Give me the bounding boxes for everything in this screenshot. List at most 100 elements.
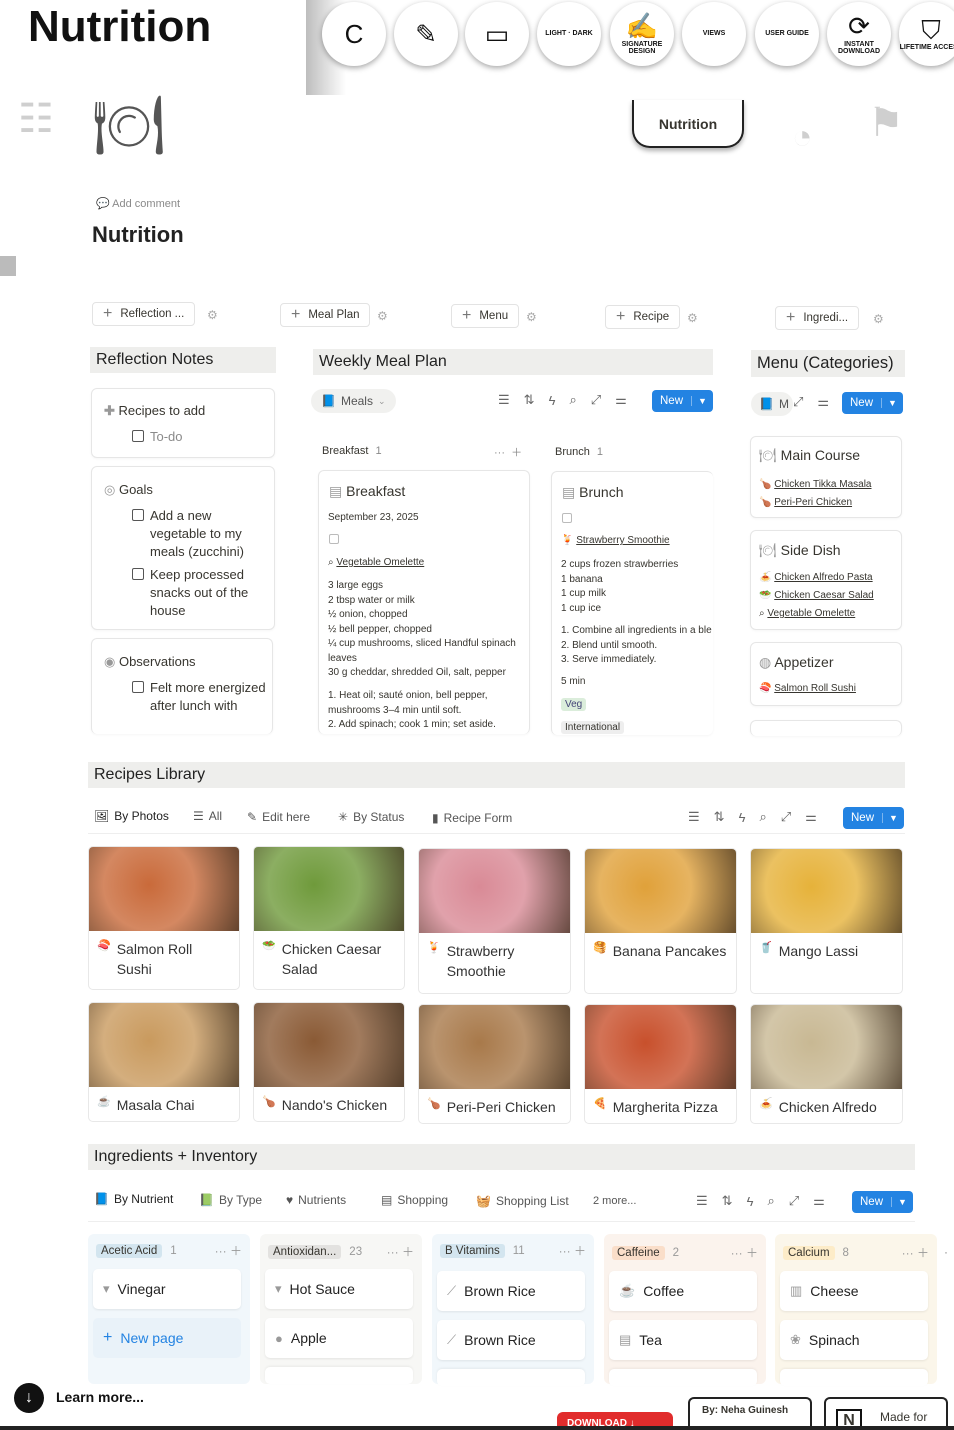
expand-icon[interactable]: ⤢ (789, 1193, 799, 1209)
gear-icon[interactable]: ⚙ (526, 310, 537, 324)
ingredients-new-button[interactable]: New ▼ (852, 1191, 913, 1213)
ingredient-card[interactable] (265, 1367, 413, 1384)
todo-checkbox[interactable] (132, 430, 144, 442)
devices-circle[interactable]: ▭ (465, 2, 529, 66)
ingredient-card[interactable]: ❀ Spinach (780, 1320, 928, 1360)
goals-card[interactable]: ◎ Goals Add a new vegetable to my meals … (91, 466, 275, 630)
tab-shopping-list[interactable]: 🧺 Shopping List (476, 1194, 569, 1208)
chevron-down-icon[interactable]: ▼ (882, 813, 904, 823)
goal-checkbox[interactable] (132, 568, 144, 580)
chevron-down-icon[interactable]: ▼ (891, 1197, 913, 1207)
ingredient-card[interactable]: ▾ Vinegar (93, 1269, 241, 1309)
search-icon[interactable]: ⌕ (767, 1193, 774, 1209)
recipes-to-add-card[interactable]: ✚ Recipes to add To-do (91, 388, 275, 458)
user-guide-circle[interactable]: USER GUIDE (755, 2, 819, 66)
menu-item[interactable]: 🍗 Chicken Tikka Masala (759, 476, 872, 494)
logo-circle[interactable]: C (322, 2, 386, 66)
ingredient-card[interactable]: ▥ Cheese (780, 1271, 928, 1311)
tab-by-nutrient[interactable]: 📘 By Nutrient (94, 1192, 173, 1206)
brunch-card[interactable]: ▤ Brunch 🍹 Strawberry Smoothie 2 cups fr… (551, 471, 713, 735)
ingredient-card[interactable]: ● Apple (265, 1318, 413, 1358)
tab-shopping[interactable]: ▤ Shopping (381, 1193, 448, 1207)
new-ingredient-button[interactable]: + Ingredi... (775, 306, 860, 330)
tab-by-type[interactable]: 📗 By Type (199, 1193, 262, 1207)
menu-item[interactable]: 🍗 Peri-Peri Chicken (759, 494, 872, 512)
search-icon[interactable]: ⌕ (569, 392, 576, 408)
sort-icon[interactable]: ⇅ (524, 392, 535, 408)
views-circle[interactable]: VIEWS (682, 2, 746, 66)
observation-checkbox[interactable] (132, 681, 144, 693)
tab-by-photos[interactable]: 🖼 By Photos (94, 809, 169, 823)
column-more-icon[interactable]: ··· ＋ (559, 1242, 590, 1259)
new-page-button[interactable]: + New page (93, 1318, 241, 1358)
settings-icon[interactable]: ⚌ (615, 392, 627, 408)
breakfast-card[interactable]: ▤ Breakfast September 23, 2025 ⌕ Vegetab… (318, 470, 530, 734)
new-recipe-button[interactable]: + Recipe (605, 305, 681, 329)
settings-icon[interactable]: ⚌ (813, 1193, 825, 1209)
recipe-card[interactable]: ☕ Masala Chai (88, 1002, 240, 1122)
icon-circle[interactable]: ✎ (394, 2, 458, 66)
meal-checkbox[interactable] (562, 513, 572, 523)
ingredient-card[interactable] (780, 1369, 928, 1386)
recipe-link[interactable]: Vegetable Omelette (336, 557, 424, 568)
more-icon[interactable]: · (944, 1245, 948, 1259)
gear-icon[interactable]: ⚙ (207, 308, 218, 322)
tab-all[interactable]: ☰ All (193, 809, 222, 823)
chevron-down-icon[interactable]: ▼ (881, 398, 903, 408)
download-arrow-icon[interactable]: ↓ (14, 1383, 44, 1413)
meal-plan-new-button[interactable]: New ▼ (652, 390, 713, 412)
new-menu-button[interactable]: + Menu (451, 304, 520, 328)
goal-checkbox[interactable] (132, 509, 144, 521)
recipe-card[interactable]: 🍣 Salmon Roll Sushi (88, 846, 240, 990)
automation-icon[interactable]: ϟ (549, 393, 556, 408)
tab-nutrients[interactable]: ♥ Nutrients (286, 1193, 346, 1207)
column-more-icon[interactable]: ··· ＋ (731, 1244, 762, 1261)
recipe-card[interactable]: 🥞 Banana Pancakes (584, 848, 737, 994)
nutrition-tab-note[interactable]: Nutrition (632, 100, 744, 148)
automation-icon[interactable]: ϟ (747, 1194, 754, 1209)
menu-group-card[interactable]: 🍽 Main Course 🍗 Chicken Tikka Masala 🍗 P… (750, 436, 902, 518)
recipe-link[interactable]: Strawberry Smoothie (576, 535, 669, 546)
column-more-icon[interactable]: ··· ＋ (215, 1242, 246, 1259)
observations-card[interactable]: ◉ Observations Felt more energized after… (91, 638, 273, 734)
learn-more-link[interactable]: Learn more... (56, 1389, 144, 1405)
ingredient-card[interactable]: ▤ Tea (609, 1320, 757, 1360)
menu-item[interactable]: 🥗 Chicken Caesar Salad (759, 587, 874, 605)
more-views-button[interactable]: 2 more... (593, 1195, 636, 1207)
meal-checkbox[interactable] (329, 534, 339, 544)
ingredient-card[interactable]: ⟋ Brown Rice (437, 1271, 585, 1311)
menu-group-card[interactable] (750, 720, 902, 736)
meals-view-tab[interactable]: 📘 Meals ⌄ (311, 389, 396, 413)
menu-item[interactable]: 🍣 Salmon Roll Sushi (759, 683, 856, 694)
settings-icon[interactable]: ⚌ (817, 394, 829, 410)
new-reflection-button[interactable]: + Reflection ... (92, 302, 196, 326)
ingredient-card[interactable]: ▾ Hot Sauce (265, 1269, 413, 1309)
ingredient-card[interactable]: ☕ Coffee (609, 1271, 757, 1311)
settings-icon[interactable]: ⚌ (805, 809, 817, 825)
recipe-card[interactable]: 🍗 Nando's Chicken (253, 1002, 405, 1122)
tab-by-status[interactable]: ✳ By Status (338, 810, 404, 824)
menu-item[interactable]: 🍝 Chicken Alfredo Pasta (759, 569, 874, 587)
gear-icon[interactable]: ⚙ (377, 309, 388, 323)
menu-group-card[interactable]: 🍽 Side Dish 🍝 Chicken Alfredo Pasta 🥗 Ch… (750, 530, 902, 630)
ingredient-card[interactable]: ⟋ Brown Rice (437, 1320, 585, 1360)
filter-icon[interactable]: ☰ (498, 392, 510, 408)
theme-circle[interactable]: LIGHT · DARK (537, 2, 601, 66)
expand-icon[interactable]: ⤢ (591, 392, 601, 408)
filter-icon[interactable]: ☰ (696, 1193, 708, 1209)
sort-icon[interactable]: ⇅ (714, 809, 725, 825)
recipe-card[interactable]: 🍕 Margherita Pizza (584, 1004, 737, 1124)
lifetime-access-circle[interactable]: ⛉LIFETIME ACCESS (899, 2, 954, 66)
gear-icon[interactable]: ⚙ (687, 311, 698, 325)
sort-icon[interactable]: ⇅ (722, 1193, 733, 1209)
new-meal-plan-button[interactable]: + Meal Plan (280, 303, 371, 327)
menu-view-tab[interactable]: 📘 M (751, 392, 793, 416)
signature-design-circle[interactable]: ✍ SIGNATURE DESIGN (610, 2, 674, 66)
expand-icon[interactable]: ⤢ (793, 394, 803, 410)
recipe-card[interactable]: 🍗 Peri-Peri Chicken (418, 1004, 571, 1124)
recipe-card[interactable]: 🥤 Mango Lassi (750, 848, 903, 994)
chevron-down-icon[interactable]: ▼ (691, 396, 713, 406)
instant-download-circle[interactable]: ⟳ INSTANT DOWNLOAD (827, 2, 891, 66)
ingredient-card[interactable] (609, 1369, 757, 1386)
menu-item[interactable]: ⌕ Vegetable Omelette (759, 605, 874, 623)
